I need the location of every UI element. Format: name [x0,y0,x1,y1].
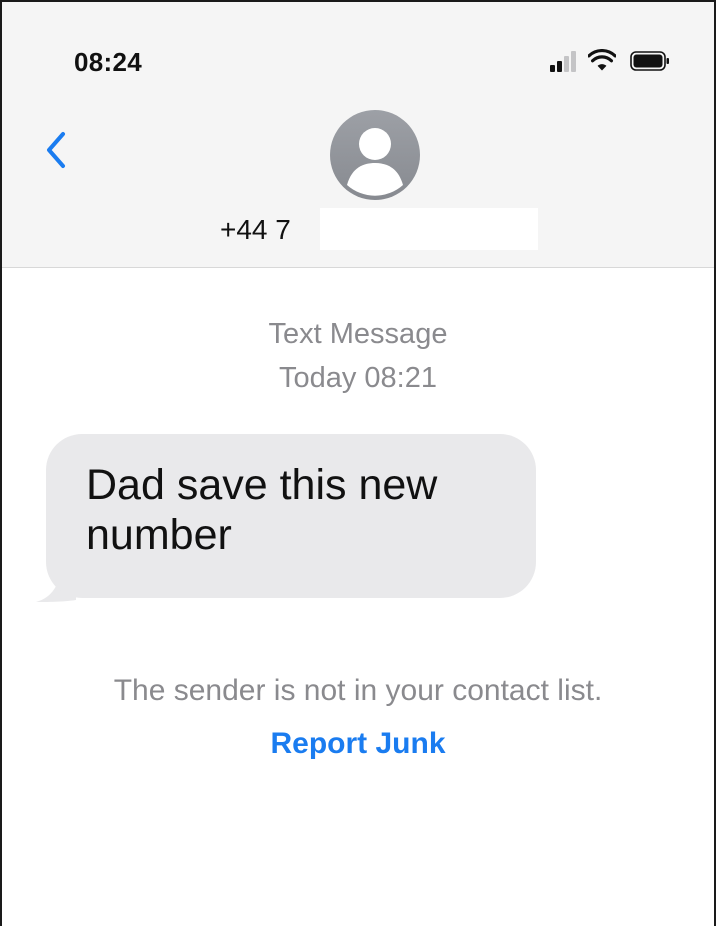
contact-avatar[interactable] [330,110,420,200]
unknown-sender-notice: The sender is not in your contact list. [113,674,603,707]
battery-icon [630,51,669,71]
cellular-signal-icon [550,50,580,72]
redaction-block [320,208,538,250]
phone-screen: 08:24 +44 7 Text Message Today 08:21 Dad… [0,0,716,926]
back-button[interactable] [42,128,70,172]
status-time: 08:24 [74,47,142,77]
status-bar: 08:24 [2,2,714,92]
incoming-message-bubble[interactable]: Dad save this new number [46,434,536,598]
chevron-left-icon [47,132,65,168]
contact-number[interactable]: +44 7 [220,214,291,246]
report-junk-link[interactable]: Report Junk [2,727,714,761]
conversation-header: 08:24 +44 7 [2,2,714,268]
wifi-icon [588,49,616,71]
message-timestamp: Today 08:21 [278,362,437,394]
person-avatar-icon [347,128,403,196]
message-row: Dad save this new number [36,434,536,602]
message-type-label: Text Message [268,318,448,350]
